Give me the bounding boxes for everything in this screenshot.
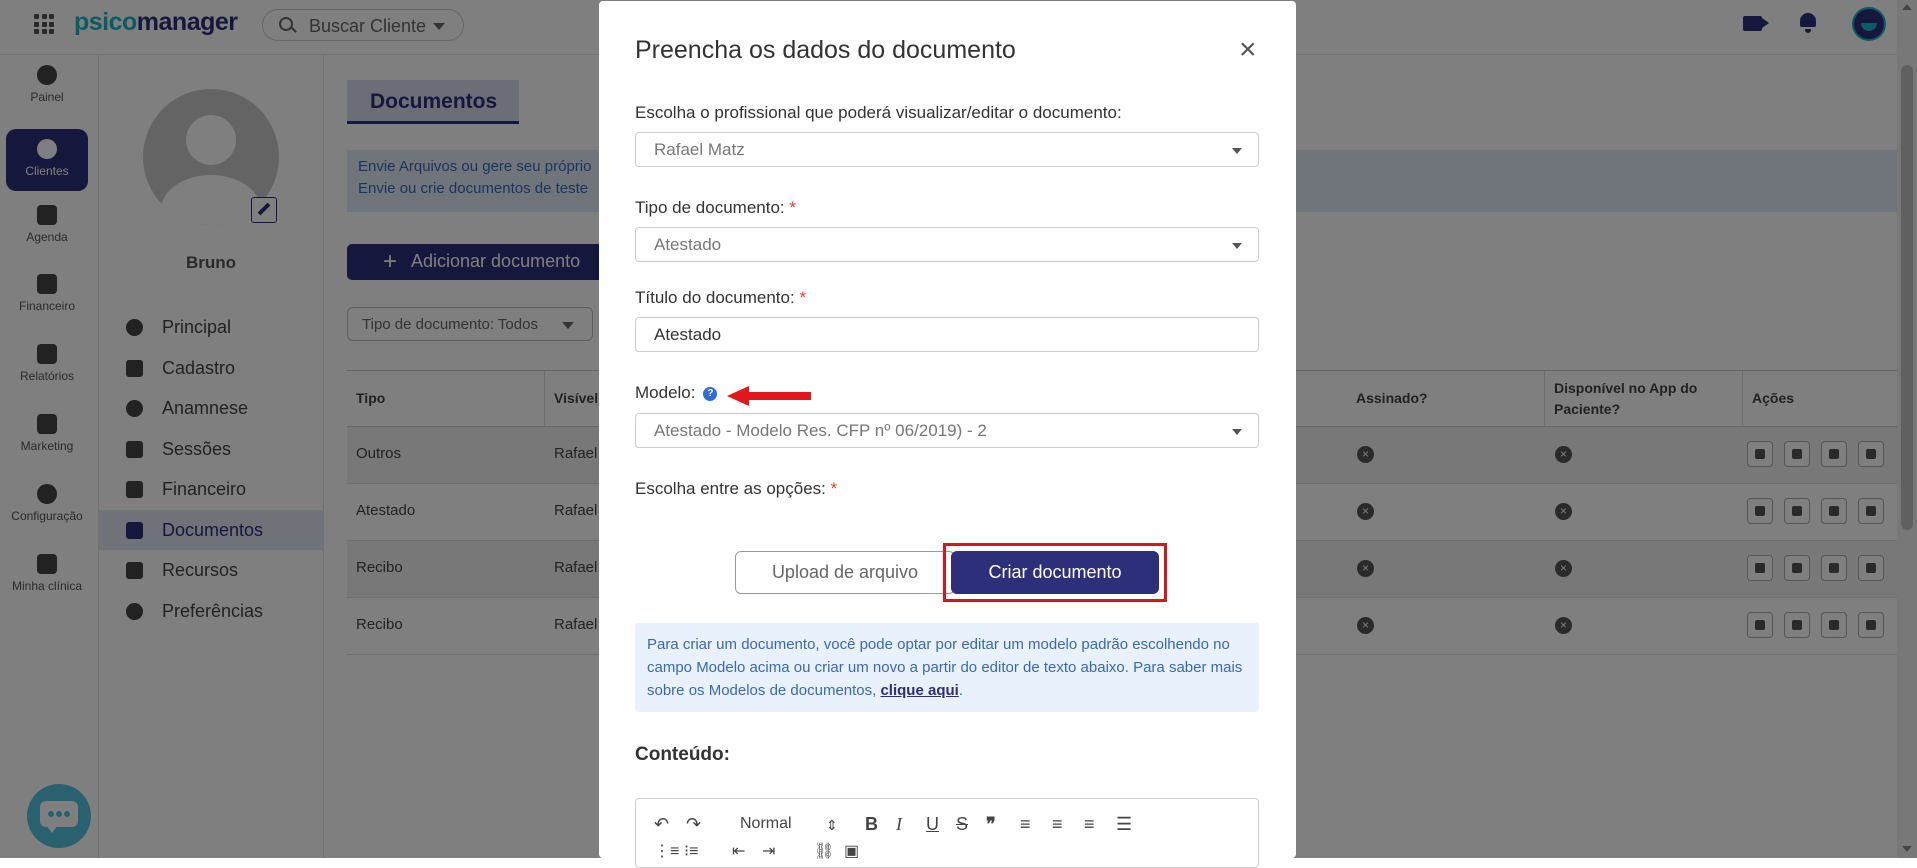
select-value: Atestado - Modelo Res. CFP nº 06/2019) -… [654, 421, 987, 440]
undo-icon[interactable]: ↶ [654, 814, 669, 835]
align-center-icon[interactable]: ≡ [1052, 814, 1063, 835]
bullet-list-icon[interactable]: ⁝≡ [684, 841, 698, 861]
label-text: Escolha entre as opções: [635, 479, 826, 498]
chevron-down-icon [1232, 148, 1242, 154]
create-document-button[interactable]: Criar documento [951, 551, 1159, 594]
chevron-down-icon [1232, 429, 1242, 435]
document-title-input[interactable]: Atestado [635, 317, 1259, 352]
link-icon[interactable]: ⛓ [814, 841, 834, 861]
modal-title: Preencha os dados do documento [635, 36, 1016, 64]
select-value: Atestado [654, 235, 722, 254]
document-modal: Preencha os dados do documento × Escolha… [599, 1, 1296, 868]
updown-icon: ⇕ [826, 817, 838, 833]
italic-icon[interactable]: I [896, 814, 902, 835]
label-text: Modelo: [635, 383, 696, 402]
professional-select[interactable]: Rafael Matz [635, 132, 1259, 167]
document-title-label: Título do documento: * [635, 288, 806, 308]
required-asterisk: * [830, 479, 838, 498]
select-value: Rafael Matz [654, 140, 745, 159]
ordered-list-icon[interactable]: ⋮≡ [654, 841, 679, 861]
learn-more-link[interactable]: clique aqui [880, 682, 958, 699]
bold-icon[interactable]: B [865, 814, 878, 835]
upload-file-button[interactable]: Upload de arquivo [735, 551, 955, 594]
underline-icon[interactable]: U [926, 814, 939, 835]
required-asterisk: * [789, 198, 796, 217]
required-asterisk: * [799, 288, 807, 307]
professional-label: Escolha o profissional que poderá visual… [635, 103, 1122, 122]
label-text: Tipo de documento: [635, 198, 785, 217]
chevron-down-icon [1232, 243, 1242, 249]
label-text: Título do documento: [635, 288, 795, 307]
format-select[interactable]: Normal [740, 815, 792, 833]
document-type-select[interactable]: Atestado [635, 227, 1259, 262]
strikethrough-icon[interactable]: S [956, 814, 968, 835]
image-icon[interactable]: ▣ [844, 841, 859, 861]
close-icon[interactable]: × [1239, 33, 1257, 67]
align-left-icon[interactable]: ≡ [1020, 814, 1031, 835]
app-window: psicomanager Buscar Cliente Painel Clien… [0, 0, 1917, 868]
redo-icon[interactable]: ↷ [686, 814, 701, 835]
help-question-icon[interactable]: ? [703, 386, 718, 401]
model-select[interactable]: Atestado - Modelo Res. CFP nº 06/2019) -… [635, 413, 1259, 448]
info-text-end: . [958, 682, 963, 699]
format-value: Normal [740, 815, 792, 832]
content-label: Conteúdo: [635, 744, 730, 765]
align-justify-icon[interactable]: ☰ [1116, 814, 1132, 835]
red-arrow-icon [727, 386, 811, 406]
options-label: Escolha entre as opções: * [635, 479, 837, 499]
indent-icon[interactable]: ⇥ [762, 841, 775, 861]
outdent-icon[interactable]: ⇤ [732, 841, 745, 861]
info-box: Para criar um documento, você pode optar… [635, 623, 1259, 712]
align-right-icon[interactable]: ≡ [1084, 814, 1095, 835]
document-type-label: Tipo de documento: * [635, 198, 796, 218]
input-value: Atestado [654, 325, 722, 344]
quote-icon[interactable]: ❞ [986, 814, 996, 835]
model-label: Modelo:? [635, 383, 718, 403]
